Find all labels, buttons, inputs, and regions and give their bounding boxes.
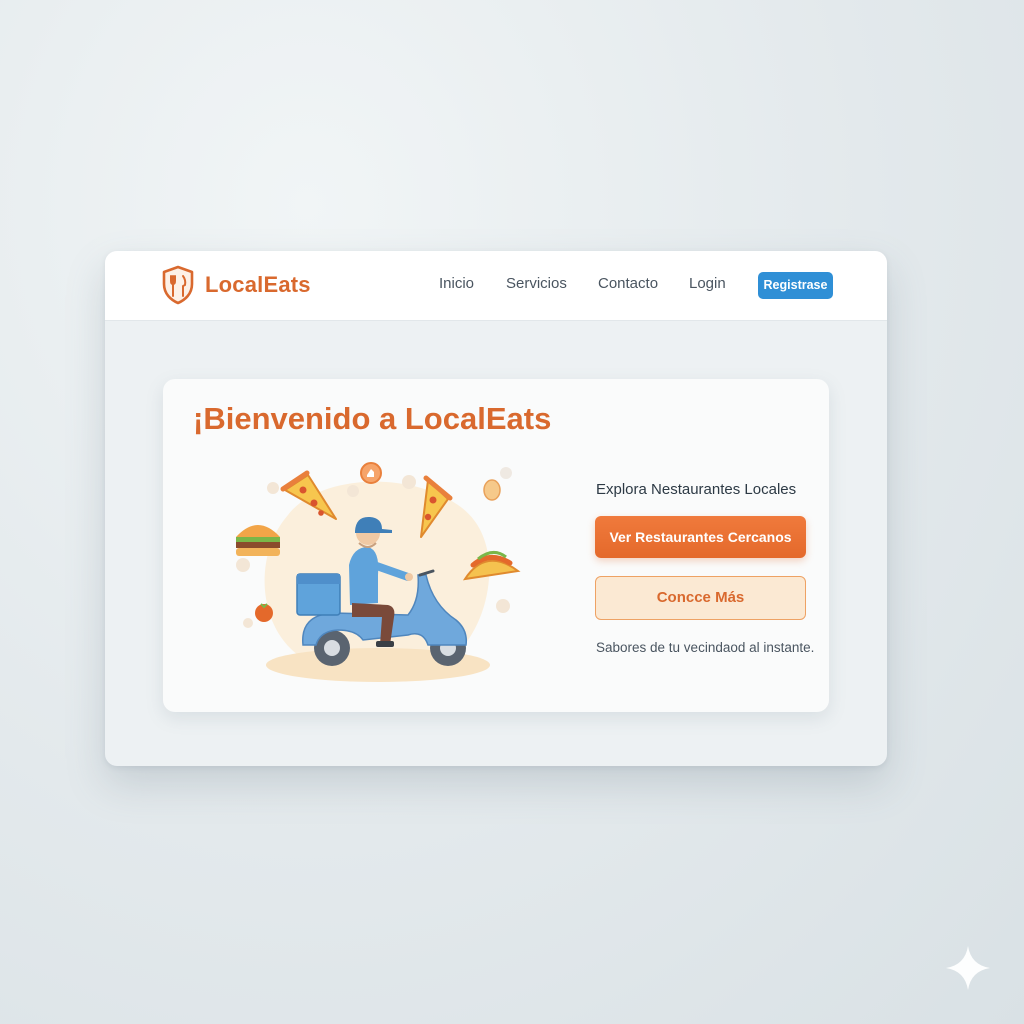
hero-card: ¡Bienvenido a LocalEats Explora Nestaura…: [163, 379, 829, 712]
nav-link-inicio[interactable]: Inicio: [439, 275, 474, 292]
navbar: LocalEats Inicio Servicios Contacto Logi…: [105, 251, 887, 321]
delivery-scooter-illustration: [236, 462, 521, 682]
hero-tagline: Sabores de tu vecindaod al instante.: [596, 640, 815, 655]
browser-window: LocalEats Inicio Servicios Contacto Logi…: [105, 251, 887, 766]
learn-more-button[interactable]: Concce Más: [595, 576, 806, 620]
nav-link-login[interactable]: Login: [689, 275, 726, 292]
sparkle-icon: [946, 946, 990, 990]
hero-title: ¡Bienvenido a LocalEats: [193, 401, 552, 436]
view-nearby-restaurants-button[interactable]: Ver Restaurantes Cercanos: [595, 516, 806, 558]
nav-link-contacto[interactable]: Contacto: [598, 275, 658, 292]
nav-link-servicios[interactable]: Servicios: [506, 275, 567, 292]
shield-fork-knife-logo-icon[interactable]: [161, 265, 195, 305]
brand-name[interactable]: LocalEats: [205, 272, 311, 298]
hero-subtitle: Explora Nestaurantes Locales: [596, 481, 797, 498]
register-button[interactable]: Registrase: [758, 272, 833, 299]
